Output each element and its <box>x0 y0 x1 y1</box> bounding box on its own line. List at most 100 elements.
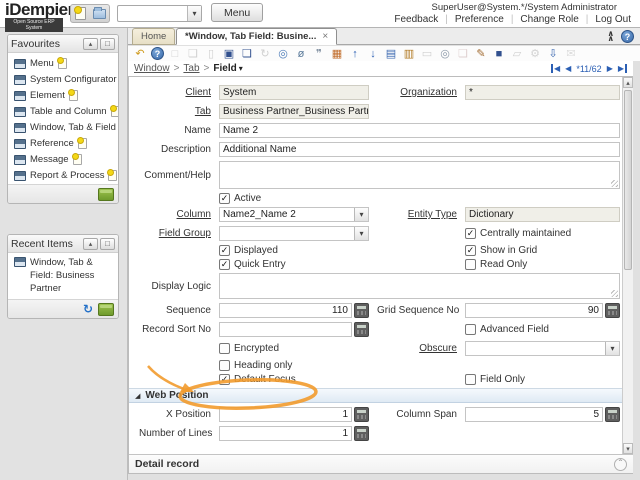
collapse-all-icon[interactable] <box>608 31 615 41</box>
save-create-icon[interactable]: ❏ <box>240 47 254 61</box>
preference-link[interactable]: Preference <box>448 14 511 25</box>
organization-label[interactable]: Organization <box>377 87 457 98</box>
chevron-down-icon[interactable] <box>187 6 201 21</box>
grid-toggle-icon[interactable]: ▤ <box>384 47 398 61</box>
open-folder-icon[interactable] <box>93 9 106 19</box>
scrollbar-thumb[interactable] <box>624 90 632 270</box>
detail-record-bar[interactable]: Detail record <box>129 454 633 473</box>
column-label[interactable]: Column <box>139 209 211 220</box>
obscure-label[interactable]: Obscure <box>377 343 457 354</box>
web-position-section-header[interactable]: Web Position <box>129 388 622 403</box>
column-span-input[interactable]: 5 <box>465 407 603 422</box>
obscure-select[interactable] <box>465 341 620 356</box>
archive-icon[interactable]: ▥ <box>402 47 416 61</box>
comment-help-textarea[interactable] <box>219 161 620 189</box>
expand-detail-icon[interactable] <box>614 458 627 471</box>
detail-record-icon[interactable]: ↓ <box>366 47 380 61</box>
calculator-icon[interactable] <box>605 407 620 422</box>
advanced-field-checkbox[interactable] <box>465 324 476 335</box>
new-record-icon[interactable] <box>69 90 78 101</box>
product-info-icon[interactable]: ■ <box>492 47 506 61</box>
field-group-select[interactable] <box>219 226 369 241</box>
name-input[interactable]: Name 2 <box>219 123 620 138</box>
entity-type-label[interactable]: Entity Type <box>377 209 457 220</box>
sidebar-item-element[interactable]: Element <box>8 88 118 104</box>
trash-icon[interactable] <box>98 188 114 201</box>
field-group-label[interactable]: Field Group <box>139 228 211 239</box>
calculator-icon[interactable] <box>354 407 369 422</box>
refresh-icon[interactable] <box>81 303 95 316</box>
new-record-icon[interactable] <box>73 154 82 165</box>
quick-entry-checkbox[interactable] <box>219 259 230 270</box>
active-checkbox[interactable] <box>219 193 230 204</box>
next-record-button[interactable] <box>607 64 613 73</box>
calendar-icon[interactable]: ▦ <box>330 47 344 61</box>
encrypted-checkbox[interactable] <box>219 343 230 354</box>
print-preview-icon[interactable]: ◎ <box>438 47 452 61</box>
description-input[interactable]: Additional Name <box>219 142 620 157</box>
scroll-down-icon[interactable] <box>623 443 633 454</box>
read-only-checkbox[interactable] <box>465 259 476 270</box>
global-search-combo[interactable] <box>117 5 202 22</box>
sequence-input[interactable]: 110 <box>219 303 352 318</box>
change-role-link[interactable]: Change Role <box>513 14 585 25</box>
sidebar-item-table-and-column[interactable]: Table and Column <box>8 104 118 120</box>
recent-item[interactable]: Window, Tab & Field: Business Partner <box>8 253 118 299</box>
new-record-icon[interactable] <box>58 58 67 69</box>
undo-icon[interactable]: ↶ <box>133 47 147 61</box>
sidebar-item-message[interactable]: Message <box>8 152 118 168</box>
export-icon[interactable]: ⇩ <box>546 47 560 61</box>
maximize-panel-button[interactable] <box>100 38 115 50</box>
menu-button[interactable]: Menu <box>211 3 263 22</box>
help-icon[interactable] <box>621 30 634 43</box>
tab-home[interactable]: Home <box>132 28 175 45</box>
calculator-icon[interactable] <box>354 303 369 318</box>
chevron-down-icon[interactable] <box>354 208 368 221</box>
new-record-icon[interactable] <box>78 138 87 149</box>
scroll-up-icon[interactable] <box>623 77 633 88</box>
maximize-panel-button[interactable] <box>100 238 115 250</box>
grid-sequence-no-input[interactable]: 90 <box>465 303 603 318</box>
heading-only-checkbox[interactable] <box>219 360 230 371</box>
calculator-icon[interactable] <box>605 303 620 318</box>
vertical-scrollbar[interactable] <box>622 77 633 454</box>
x-position-input[interactable]: 1 <box>219 407 352 422</box>
sidebar-item-reference[interactable]: Reference <box>8 136 118 152</box>
client-label[interactable]: Client <box>139 87 211 98</box>
breadcrumb-field[interactable]: Field <box>213 63 236 74</box>
parent-record-icon[interactable]: ↑ <box>348 47 362 61</box>
log-out-link[interactable]: Log Out <box>588 14 638 25</box>
save-icon[interactable]: ▣ <box>222 47 236 61</box>
show-in-grid-checkbox[interactable] <box>465 245 476 256</box>
last-record-button[interactable] <box>618 64 627 73</box>
sidebar-item-system-configurator[interactable]: System Configurator <box>8 72 118 88</box>
calculator-icon[interactable] <box>354 426 369 441</box>
new-window-icon[interactable] <box>75 7 86 20</box>
displayed-checkbox[interactable] <box>219 245 230 256</box>
tab-window-tab-field[interactable]: *Window, Tab Field: Busine... <box>176 28 337 45</box>
default-focus-checkbox[interactable] <box>219 374 230 385</box>
find-icon[interactable]: ◎ <box>276 47 290 61</box>
close-icon[interactable] <box>322 31 328 42</box>
sidebar-item-menu[interactable]: Menu <box>8 56 118 72</box>
new-record-icon[interactable] <box>111 106 119 117</box>
number-of-lines-input[interactable]: 1 <box>219 426 352 441</box>
first-record-button[interactable] <box>551 64 560 73</box>
collapse-panel-button[interactable] <box>83 38 98 50</box>
record-sort-no-input[interactable] <box>219 322 352 337</box>
chevron-down-icon[interactable] <box>605 342 619 355</box>
tab-label[interactable]: Tab <box>139 106 211 117</box>
attachment-icon[interactable]: ø <box>294 47 308 61</box>
breadcrumb-tab[interactable]: Tab <box>183 63 199 74</box>
workflow-icon[interactable]: ✎ <box>474 47 488 61</box>
calculator-icon[interactable] <box>354 322 369 337</box>
chevron-down-icon[interactable] <box>237 63 243 74</box>
feedback-link[interactable]: Feedback <box>387 14 445 25</box>
sidebar-item-report-process[interactable]: Report & Process <box>8 168 118 184</box>
chevron-down-icon[interactable] <box>354 227 368 240</box>
column-select[interactable]: Name2_Name 2 <box>219 207 369 222</box>
field-only-checkbox[interactable] <box>465 374 476 385</box>
breadcrumb-window[interactable]: Window <box>134 63 170 74</box>
collapse-panel-button[interactable] <box>83 238 98 250</box>
sidebar-item-window-tab-field[interactable]: Window, Tab & Field <box>8 120 118 136</box>
